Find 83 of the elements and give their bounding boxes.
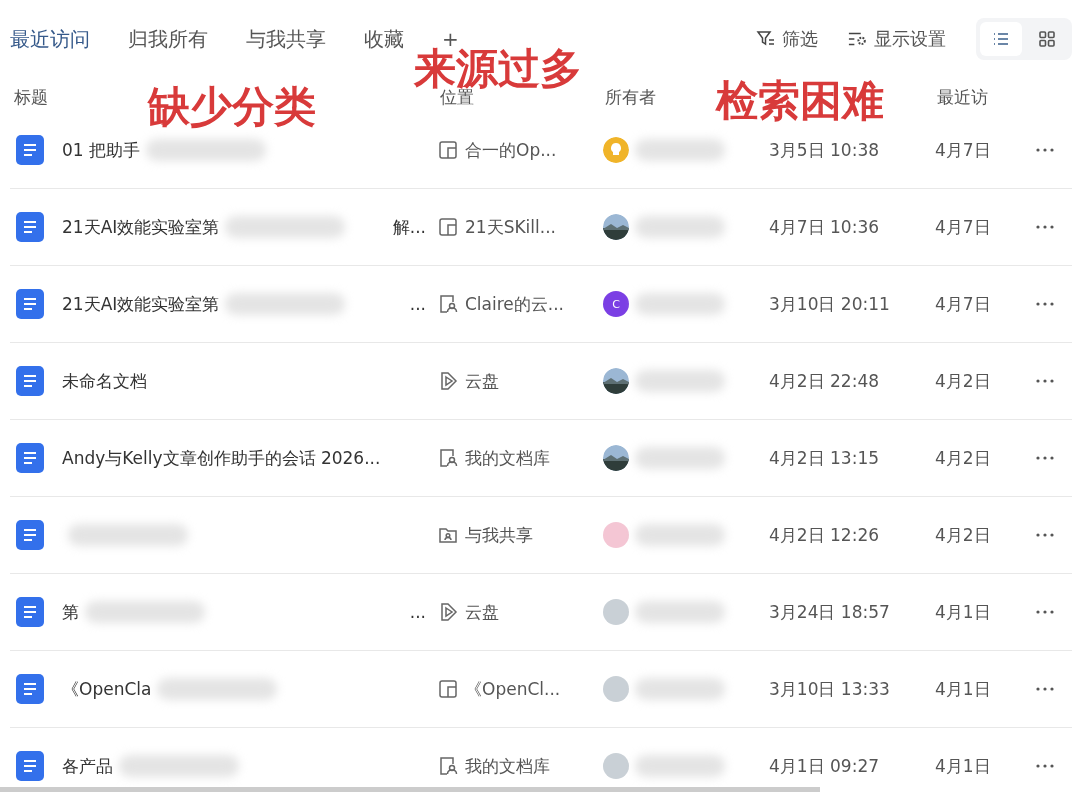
list-view-button[interactable] <box>980 22 1022 56</box>
document-title[interactable]: 《OpenCla <box>62 677 152 701</box>
document-title[interactable]: 01 把助手 <box>62 138 141 162</box>
document-icon <box>16 366 44 396</box>
document-title[interactable]: 解... <box>392 215 426 239</box>
location-text[interactable]: 我的文档库 <box>465 754 550 778</box>
visited-date: 4月7日 <box>935 138 992 162</box>
visited-date: 4月1日 <box>935 600 992 624</box>
document-title[interactable]: 第 <box>62 600 79 624</box>
visited-date: 4月1日 <box>935 754 992 778</box>
more-icon[interactable] <box>1035 686 1055 692</box>
space-icon <box>438 217 458 237</box>
more-icon[interactable] <box>1035 378 1055 384</box>
visited-date: 4月1日 <box>935 677 992 701</box>
document-title[interactable]: 21天AI效能实验室第 <box>62 215 220 239</box>
location-text[interactable]: 21天SKill... <box>465 215 556 239</box>
document-title[interactable]: Andy与Kelly文章创作助手的会话 2026... <box>62 446 381 470</box>
created-time: 4月7日 10:36 <box>769 215 881 239</box>
document-person-icon <box>438 448 458 468</box>
document-icon <box>16 751 44 781</box>
grid-icon <box>1037 29 1057 49</box>
visited-date: 4月7日 <box>935 292 992 316</box>
more-icon[interactable] <box>1035 147 1055 153</box>
location-text[interactable]: 合一的Op... <box>465 138 557 162</box>
created-time: 3月24日 18:57 <box>769 600 891 624</box>
document-icon <box>16 597 44 627</box>
location-text[interactable]: 我的文档库 <box>465 446 550 470</box>
avatar <box>603 445 629 471</box>
annotation-label: 检索困难 <box>716 80 884 122</box>
location-text[interactable]: 云盘 <box>465 369 499 393</box>
column-header[interactable]: 位置 <box>440 89 605 106</box>
avatar <box>603 368 629 394</box>
more-icon[interactable] <box>1035 532 1055 538</box>
avatar <box>603 214 629 240</box>
visited-date: 4月7日 <box>935 215 992 239</box>
document-icon <box>16 212 44 242</box>
document-title[interactable]: ... <box>409 602 426 622</box>
created-time: 4月1日 09:27 <box>769 754 881 778</box>
tab[interactable]: 归我所有 <box>128 29 208 49</box>
document-icon <box>16 674 44 704</box>
document-person-icon <box>438 294 458 314</box>
tab[interactable]: 收藏 <box>364 29 404 49</box>
annotation-label: 缺少分类 <box>148 86 316 128</box>
folder-person-icon <box>438 525 458 545</box>
document-icon <box>16 520 44 550</box>
tab[interactable]: 最近访问 <box>10 29 90 49</box>
document-icon <box>16 289 44 319</box>
filter-button[interactable]: 筛选 <box>756 27 818 51</box>
more-icon[interactable] <box>1035 609 1055 615</box>
created-time: 3月10日 13:33 <box>769 677 891 701</box>
tab[interactable]: 与我共享 <box>246 29 326 49</box>
location-text[interactable]: 云盘 <box>465 600 499 624</box>
document-title[interactable]: 各产品 <box>62 754 113 778</box>
space-icon <box>438 679 458 699</box>
more-icon[interactable] <box>1035 301 1055 307</box>
document-icon <box>16 135 44 165</box>
location-text[interactable]: 与我共享 <box>465 523 533 547</box>
display-settings-button[interactable]: 显示设置 <box>848 27 946 51</box>
document-title[interactable]: 未命名文档 <box>62 369 147 393</box>
avatar: C <box>603 291 629 317</box>
column-header[interactable]: 最近访 <box>937 89 1027 106</box>
created-time: 3月10日 20:11 <box>769 292 891 316</box>
more-icon[interactable] <box>1035 455 1055 461</box>
annotation-label: 来源过多 <box>414 48 582 90</box>
location-text[interactable]: Claire的云... <box>465 292 565 316</box>
visited-date: 4月2日 <box>935 369 992 393</box>
created-time: 4月2日 12:26 <box>769 523 881 547</box>
location-text[interactable]: 《OpenCl... <box>465 677 561 701</box>
space-icon <box>438 140 458 160</box>
visited-date: 4月2日 <box>935 446 992 470</box>
play-icon <box>438 602 458 622</box>
play-icon <box>438 371 458 391</box>
document-person-icon <box>438 756 458 776</box>
created-time: 4月2日 13:15 <box>769 446 881 470</box>
more-icon[interactable] <box>1035 763 1055 769</box>
document-title[interactable]: 21天AI效能实验室第 <box>62 292 220 316</box>
document-title[interactable]: ... <box>409 294 426 314</box>
created-time: 4月2日 22:48 <box>769 369 881 393</box>
created-time: 3月5日 10:38 <box>769 138 881 162</box>
tab[interactable]: + <box>442 29 459 49</box>
more-icon[interactable] <box>1035 224 1055 230</box>
visited-date: 4月2日 <box>935 523 992 547</box>
document-icon <box>16 443 44 473</box>
